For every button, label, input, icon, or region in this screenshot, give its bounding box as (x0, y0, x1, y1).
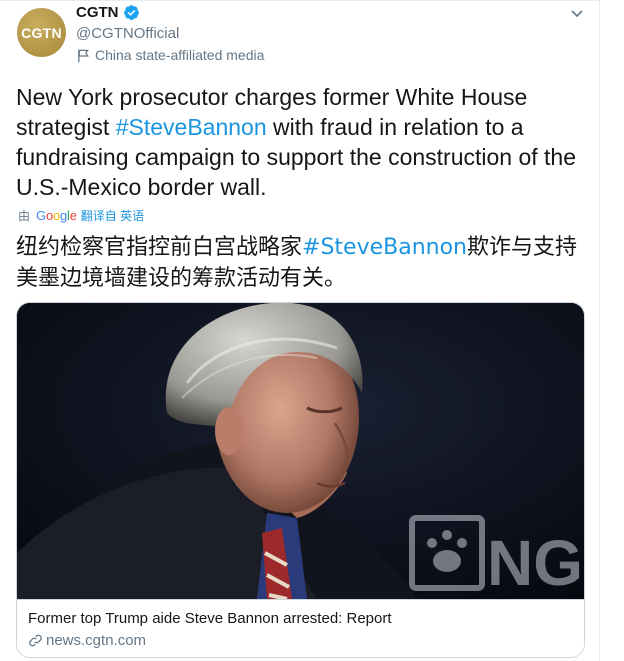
tweet-text: New York prosecutor charges former White… (16, 82, 586, 202)
card-info: Former top Trump aide Steve Bannon arres… (17, 599, 584, 657)
verified-badge-icon (123, 5, 139, 20)
state-affiliation-label[interactable]: China state-affiliated media (76, 47, 264, 63)
translated-from-link[interactable]: 翻译自 英语 (81, 207, 144, 224)
translated-text-part1: 纽约检察官指控前白宫战略家 (16, 235, 303, 260)
top-divider (0, 0, 600, 1)
avatar-text: CGTN (21, 24, 62, 41)
author-name-row: CGTN (76, 4, 140, 21)
author-handle[interactable]: @CGTNOfficial (76, 25, 179, 42)
bannon-photo: NGA (17, 303, 584, 599)
link-card[interactable]: NGA Former top Trump aide Steve Bannon a… (16, 302, 585, 658)
translated-text: 纽约检察官指控前白宫战略家#SteveBannon欺诈与支持美墨边境墙建设的筹款… (16, 232, 586, 294)
card-title: Former top Trump aide Steve Bannon arres… (28, 610, 392, 627)
chevron-down-icon[interactable] (568, 4, 586, 22)
card-domain-row: news.cgtn.com (28, 632, 146, 649)
card-domain: news.cgtn.com (46, 632, 147, 649)
affiliation-text: China state-affiliated media (95, 47, 265, 63)
display-name[interactable]: CGTN (76, 4, 119, 21)
hashtag-link[interactable]: #SteveBannon (116, 114, 267, 140)
translation-attribution: 由 Google 翻译自 英语 (18, 207, 144, 224)
avatar[interactable]: CGTN (17, 8, 66, 57)
card-image: NGA (17, 303, 584, 599)
google-logo: Google (36, 208, 77, 223)
flag-icon (78, 49, 89, 62)
image-watermark: NGA (487, 527, 584, 599)
translated-hashtag-link[interactable]: #SteveBannon (302, 235, 467, 260)
translated-by-label: 由 (18, 209, 31, 223)
link-icon (29, 634, 42, 647)
